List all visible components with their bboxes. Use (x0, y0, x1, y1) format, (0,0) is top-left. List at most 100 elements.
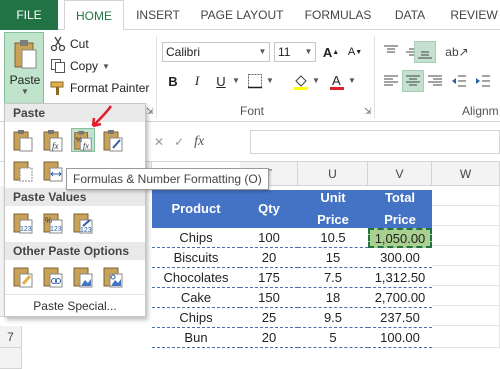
italic-button[interactable]: I (186, 70, 208, 92)
paste-special-button[interactable]: Paste Special... (5, 294, 145, 316)
paste-values-icon[interactable]: 123 (11, 210, 35, 234)
tab-review[interactable]: REVIEW (446, 0, 500, 30)
table-cell[interactable]: 20 (240, 328, 298, 348)
table-cell[interactable]: Biscuits (152, 248, 240, 268)
grid-cell[interactable] (432, 206, 500, 226)
table-cell[interactable]: 1,312.50 (368, 268, 432, 288)
tab-page-layout[interactable]: PAGE LAYOUT (196, 0, 288, 30)
table-cell[interactable]: 10.5 (298, 228, 368, 248)
paste-formatting-icon[interactable] (11, 264, 35, 288)
grid-cell[interactable] (432, 246, 500, 266)
table-cell[interactable]: Cake (152, 288, 240, 308)
font-color-button[interactable]: A (326, 70, 348, 92)
table-cell[interactable]: Chocolates (152, 268, 240, 288)
paste-formulas-icon[interactable]: fx (41, 128, 65, 152)
grid-cell[interactable] (432, 306, 500, 326)
grid-cell[interactable] (432, 326, 500, 348)
tab-insert[interactable]: INSERT (128, 0, 188, 30)
row-header-8[interactable] (0, 348, 22, 369)
format-painter-button[interactable]: Format Painter (50, 78, 149, 98)
paste-values-number-formatting-icon[interactable]: %123 (41, 210, 65, 234)
grid-cell[interactable] (432, 286, 500, 306)
dialog-launcher-icon[interactable]: ⇲ (364, 106, 372, 117)
table-cell[interactable]: 5 (298, 328, 368, 348)
chevron-down-icon[interactable]: ▼ (102, 62, 110, 71)
table-header-total-price[interactable]: Total Price (368, 190, 432, 228)
table-cell[interactable]: 18 (298, 288, 368, 308)
column-header-u[interactable]: U (298, 162, 368, 186)
borders-button[interactable] (244, 70, 266, 92)
tab-home[interactable]: HOME (64, 0, 124, 31)
table-header-unit-price[interactable]: Unit Price (298, 190, 368, 228)
grid-cell[interactable] (432, 266, 500, 286)
table-cell[interactable]: 9.5 (298, 308, 368, 328)
decrease-indent-button[interactable] (448, 70, 470, 92)
fill-color-button[interactable] (290, 70, 312, 92)
paste-linked-picture-icon[interactable] (101, 264, 125, 288)
table-header-qty[interactable]: Qty (240, 190, 298, 228)
enter-icon[interactable]: ✓ (174, 135, 184, 149)
align-right-button[interactable] (424, 70, 446, 92)
paste-link-icon[interactable] (41, 264, 65, 288)
increase-indent-button[interactable] (472, 70, 494, 92)
tab-file[interactable]: FILE (0, 0, 58, 30)
table-header-product[interactable]: Product (152, 190, 240, 228)
paste-picture-icon[interactable] (71, 264, 95, 288)
table-cell[interactable]: Chips (152, 308, 240, 328)
paste-icon[interactable] (11, 128, 35, 152)
svg-text:123: 123 (20, 226, 32, 233)
table-cell[interactable]: 150 (240, 288, 298, 308)
chevron-down-icon[interactable]: ▼ (232, 76, 240, 85)
paste-no-borders-icon[interactable] (11, 158, 35, 182)
underline-button[interactable]: U (210, 70, 232, 92)
copy-button[interactable]: Copy ▼ (50, 56, 110, 76)
bottom-align-button[interactable] (414, 41, 436, 63)
table-cell[interactable]: 175 (240, 268, 298, 288)
orientation-button[interactable]: ab↗ (445, 41, 468, 63)
cancel-icon[interactable]: ✕ (154, 135, 164, 149)
increase-indent-icon (476, 75, 490, 87)
bold-button[interactable]: B (162, 70, 184, 92)
table-cell[interactable]: 7.5 (298, 268, 368, 288)
font-name-select[interactable]: Calibri ▼ (162, 42, 270, 62)
table-cell[interactable]: 25 (240, 308, 298, 328)
table-cell[interactable]: 100.00 (368, 328, 432, 348)
selected-cell[interactable]: 1,050.00 (368, 228, 432, 248)
formula-input[interactable] (250, 130, 500, 154)
column-header-w[interactable]: W (432, 162, 500, 186)
decrease-indent-icon (452, 75, 466, 87)
table-cell[interactable]: Bun (152, 328, 240, 348)
chevron-down-icon[interactable]: ▼ (312, 76, 320, 85)
align-center-button[interactable] (402, 70, 424, 92)
table-cell[interactable]: 20 (240, 248, 298, 268)
align-left-button[interactable] (380, 70, 402, 92)
menu-section-other-paste-options: Other Paste Options (5, 242, 145, 260)
dialog-launcher-icon[interactable]: ⇲ (146, 106, 154, 117)
tab-data[interactable]: DATA (388, 0, 432, 30)
cut-button[interactable]: Cut (50, 34, 89, 54)
ribbon-tab-strip: FILE HOME INSERT PAGE LAYOUT FORMULAS DA… (0, 0, 500, 31)
grid-cell[interactable] (432, 226, 500, 246)
top-align-button[interactable] (380, 41, 402, 63)
grow-font-button[interactable]: A ▲ (320, 41, 342, 63)
chevron-down-icon[interactable]: ▼ (348, 76, 356, 85)
chevron-down-icon[interactable]: ▼ (266, 76, 274, 85)
shrink-font-button[interactable]: A ▼ (344, 41, 366, 63)
tab-formulas[interactable]: FORMULAS (298, 0, 378, 30)
table-cell[interactable]: Chips (152, 228, 240, 248)
paste-keep-column-widths-icon[interactable] (41, 158, 65, 182)
row-header-7[interactable]: 7 (0, 326, 22, 348)
chevron-down-icon: ▼ (258, 47, 267, 56)
grid-cell[interactable] (432, 186, 500, 206)
font-size-select[interactable]: 11 ▼ (274, 42, 316, 62)
insert-function-button[interactable]: fx (194, 134, 204, 150)
font-size-value: 11 (278, 45, 291, 59)
table-cell[interactable]: 300.00 (368, 248, 432, 268)
table-cell[interactable]: 15 (298, 248, 368, 268)
table-cell[interactable]: 100 (240, 228, 298, 248)
align-right-icon (428, 75, 442, 86)
table-cell[interactable]: 2,700.00 (368, 288, 432, 308)
table-cell[interactable]: 237.50 (368, 308, 432, 328)
column-header-v[interactable]: V (368, 162, 432, 186)
paste-values-source-formatting-icon[interactable]: 123 (71, 210, 95, 234)
